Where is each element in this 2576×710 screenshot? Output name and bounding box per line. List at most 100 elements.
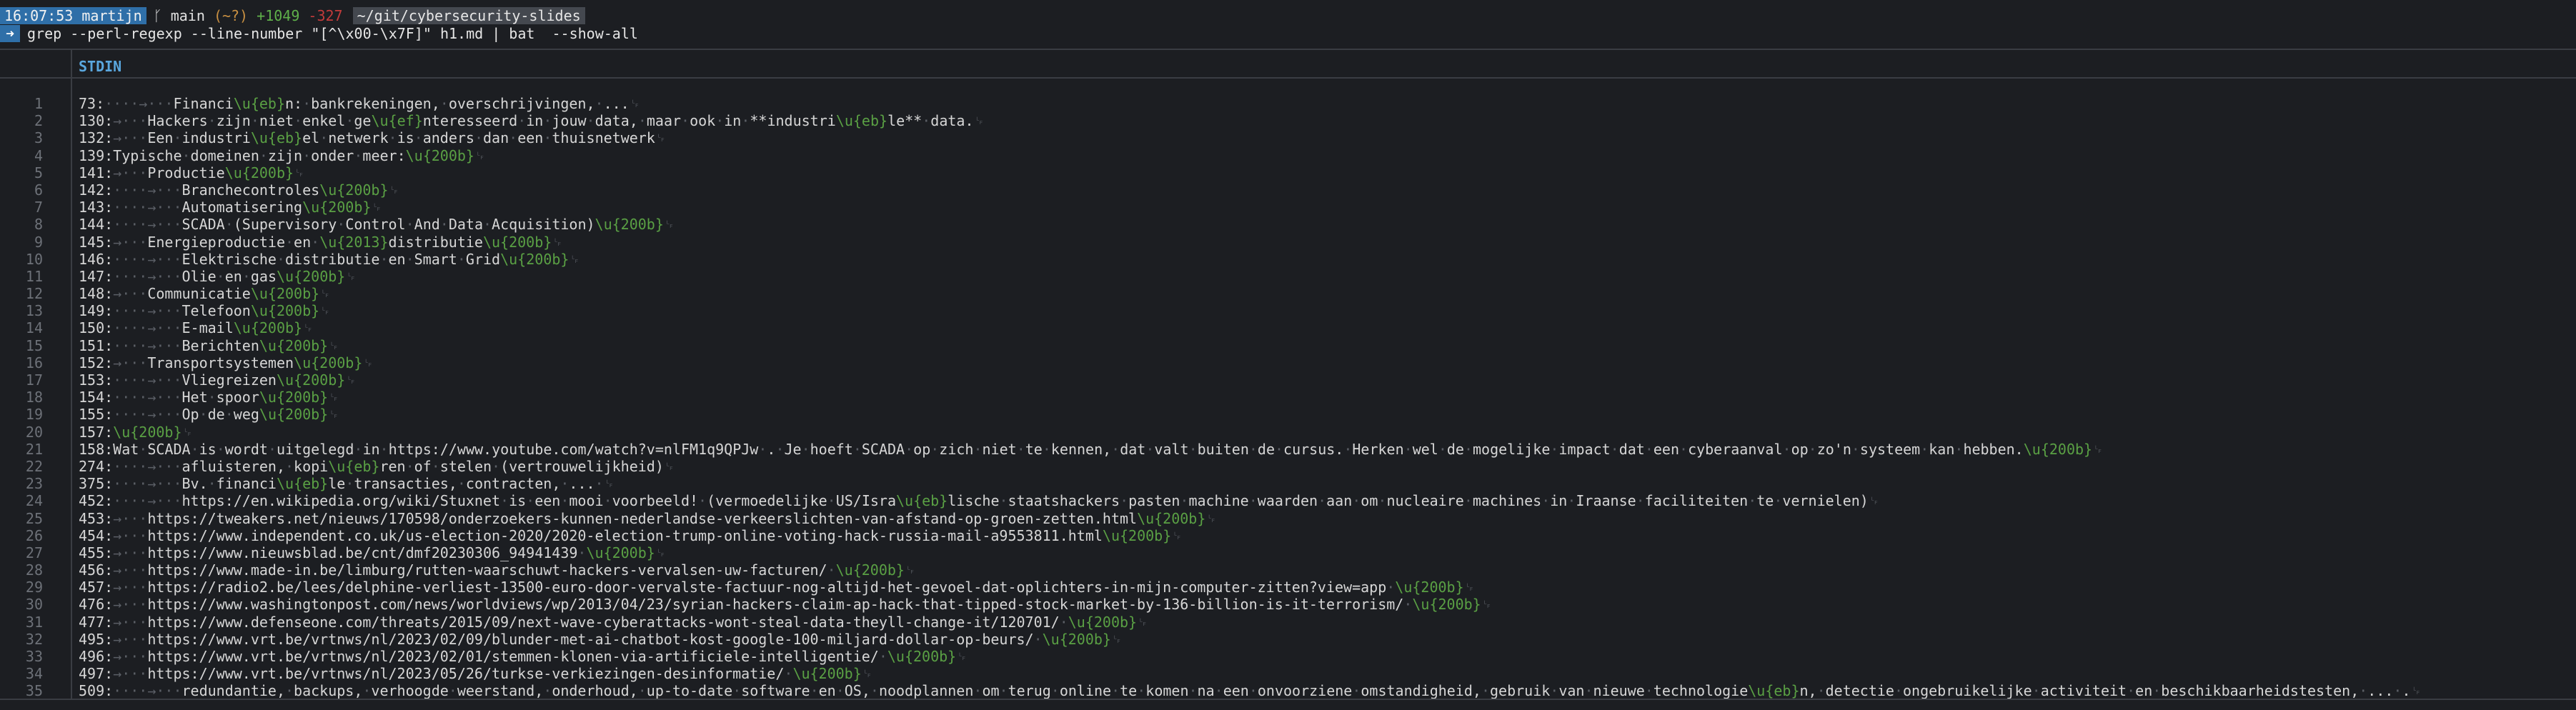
whitespace-marker: ·	[1378, 492, 1387, 510]
command-text[interactable]: grep --perl-regexp --line-number "[^\x00…	[20, 25, 638, 42]
line-content: 148:→···Communicatie\u{200b}␊	[79, 285, 332, 303]
whitespace-marker: →···	[113, 354, 148, 371]
whitespace-marker: ·	[1059, 613, 1068, 631]
bat-top-divider	[0, 49, 2576, 50]
line-content: 145:→···Energieproductie·en·\u{2013}dist…	[79, 233, 564, 251]
unicode-escape: \u{200b}	[233, 319, 303, 337]
whitespace-marker: ·	[1567, 492, 1576, 510]
whitespace-marker: ·	[216, 267, 225, 285]
whitespace-marker: →···	[113, 544, 148, 561]
whitespace-marker: ·	[431, 457, 440, 475]
unicode-escape: \u{200b}	[250, 302, 320, 320]
line-number: 19	[25, 406, 43, 424]
whitespace-marker: ␊	[302, 319, 314, 337]
unicode-escape: \u{200b}	[276, 371, 346, 389]
whitespace-marker: →···	[113, 561, 148, 579]
whitespace-marker: ·	[354, 440, 363, 458]
output-line: 20 157:\u{200b}␊	[0, 424, 2422, 441]
whitespace-marker: ····→···	[113, 457, 182, 475]
line-content: 143:····→···Automatisering\u{200b}␊	[79, 199, 383, 216]
output-line: 25 453:→···https://tweakers.net/nieuws/17…	[0, 510, 2422, 527]
whitespace-marker: ·	[1644, 440, 1653, 458]
whitespace-marker: ·	[1782, 440, 1791, 458]
whitespace-marker: ····→···	[104, 95, 174, 112]
unicode-escape: \u{200b}	[259, 389, 329, 406]
line-content: 139:Typische·domeinen·zijn·onder·meer:\u…	[79, 146, 486, 164]
whitespace-marker: ·	[207, 112, 217, 130]
whitespace-marker: ····→···	[113, 336, 182, 354]
whitespace-marker: ·	[1111, 440, 1120, 458]
whitespace-marker: ·	[285, 233, 294, 251]
prompt-time: 16:07:53	[4, 7, 74, 24]
line-number: 35	[25, 682, 43, 700]
whitespace-marker: ·	[603, 492, 612, 510]
line-number: 29	[25, 579, 43, 596]
output-line: 22 274:····→···afluisteren,·kopi\u{eb}ren…	[0, 458, 2422, 475]
line-content: 155:····→···Op·de·weg\u{200b}␊	[79, 406, 340, 424]
whitespace-marker: →···	[113, 526, 148, 544]
whitespace-marker: ␊	[973, 112, 985, 130]
whitespace-marker: ·	[1584, 682, 1593, 700]
line-content: 132:→···Een·industri\u{eb}el·netwerk·is·…	[79, 129, 667, 147]
line-content: 154:····→···Het·spoor\u{200b}␊	[79, 389, 340, 406]
whitespace-marker: ␊	[552, 233, 564, 251]
whitespace-marker: ·	[732, 682, 742, 700]
output-line: 32 495:→···https://www.vrt.be/vrtnws/nl/2…	[0, 631, 2422, 648]
whitespace-marker: ␊	[294, 164, 306, 181]
whitespace-marker: ····→···	[113, 371, 182, 389]
whitespace-marker: ·	[1188, 682, 1198, 700]
unicode-escape: \u{eb}	[328, 457, 380, 475]
output-line: 11 147:····→···Olie·en·gas\u{200b}␊	[0, 268, 2422, 285]
whitespace-marker: ␊	[328, 336, 340, 354]
whitespace-marker: ·	[1463, 440, 1473, 458]
output-line: 10 146:····→···Elektrische·distributie·en…	[0, 251, 2422, 268]
whitespace-marker: ·	[1748, 492, 1757, 510]
whitespace-marker: ·	[439, 216, 449, 234]
whitespace-marker: ·	[1248, 440, 1258, 458]
whitespace-marker: ·	[1016, 440, 1025, 458]
whitespace-marker: ·	[517, 112, 527, 130]
line-content: 152:→···Transportsystemen\u{200b}␊	[79, 354, 374, 371]
unicode-escape: \u{200b}	[2023, 440, 2093, 458]
whitespace-marker: ␊	[1463, 579, 1476, 596]
output-line: 3 132:→···Een·industri\u{eb}el·netwerk·is…	[0, 129, 2422, 146]
whitespace-marker: ·	[2127, 682, 2136, 700]
unicode-escape: \u{eb}	[1748, 682, 1800, 700]
whitespace-marker: ·	[474, 129, 484, 147]
whitespace-marker: ·	[379, 440, 389, 458]
whitespace-marker: ·	[560, 492, 570, 510]
whitespace-marker: ␊	[328, 406, 340, 424]
whitespace-marker: ␊	[345, 267, 357, 285]
whitespace-marker: →···	[113, 579, 148, 596]
whitespace-marker: ·	[973, 440, 983, 458]
output-line: 15 151:····→···Berichten\u{200b}␊	[0, 337, 2422, 354]
prompt-git-deleted: -327	[308, 7, 343, 24]
whitespace-marker: ·	[250, 112, 259, 130]
line-number: 23	[25, 475, 43, 493]
whitespace-marker: ␊	[663, 216, 675, 234]
whitespace-marker: →···	[113, 630, 148, 648]
line-content: 457:→···https://radio2.be/lees/delphine-…	[79, 579, 1476, 596]
whitespace-marker: ····→···	[113, 250, 182, 268]
whitespace-marker: ␊	[655, 129, 667, 147]
whitespace-marker: →···	[113, 665, 148, 683]
whitespace-marker: ·	[242, 267, 251, 285]
whitespace-marker: ·␊	[595, 475, 615, 493]
unicode-escape: \u{200b}	[259, 406, 329, 424]
whitespace-marker: ·	[285, 682, 294, 700]
line-content: 147:····→···Olie·en·gas\u{200b}␊	[79, 267, 357, 285]
unicode-escape: \u{200b}	[1068, 613, 1138, 631]
line-number: 14	[25, 319, 43, 337]
line-number: 3	[34, 129, 43, 147]
whitespace-marker: ·	[1920, 440, 1929, 458]
whitespace-marker: ␊	[181, 423, 194, 441]
whitespace-marker: ·	[741, 112, 750, 130]
whitespace-marker: ·	[595, 95, 604, 112]
command-line[interactable]: ➜ grep --perl-regexp --line-number "[^\x…	[0, 25, 638, 42]
whitespace-marker: ␊	[1110, 630, 1123, 648]
line-content: 150:····→···E-mail\u{200b}␊	[79, 319, 314, 337]
output-line: 2 130:→···Hackers·zijn·niet·enkel·ge\u{ef…	[0, 112, 2422, 129]
whitespace-marker: ·	[1550, 440, 1559, 458]
whitespace-marker: ·	[1481, 682, 1490, 700]
whitespace-marker: ·	[207, 475, 217, 493]
